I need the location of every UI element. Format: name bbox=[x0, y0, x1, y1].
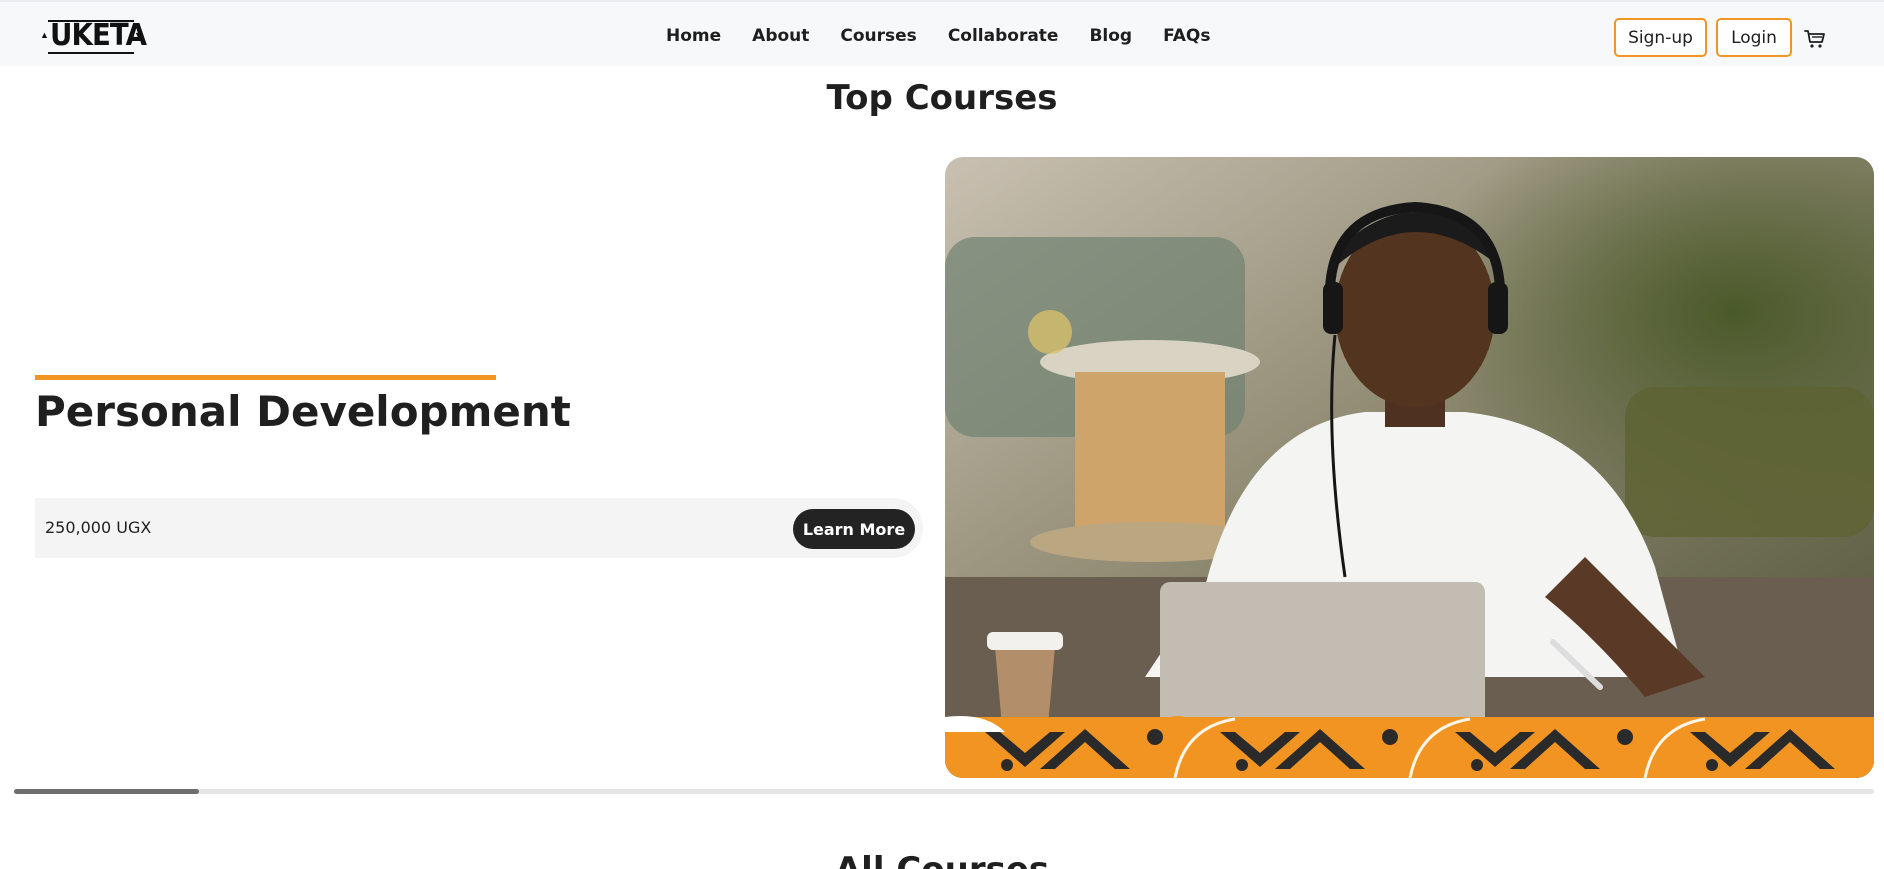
nav-link-blog[interactable]: Blog bbox=[1089, 24, 1132, 48]
course-price-bar: 250,000 UGX Learn More bbox=[35, 498, 923, 558]
nav-link-faqs[interactable]: FAQs bbox=[1163, 24, 1210, 48]
cart-icon[interactable] bbox=[1804, 29, 1826, 49]
logo-triangle-left-icon: ▲ bbox=[40, 30, 49, 40]
logo-bottom-line bbox=[48, 52, 134, 54]
top-courses-heading: Top Courses bbox=[826, 78, 1058, 118]
course-title: Personal Development bbox=[35, 387, 571, 436]
nav-link-collaborate[interactable]: Collaborate bbox=[948, 24, 1059, 48]
all-courses-heading: All Courses bbox=[0, 848, 1884, 869]
nav-link-courses[interactable]: Courses bbox=[840, 24, 916, 48]
slider-scrollbar-thumb[interactable] bbox=[14, 789, 199, 794]
course-price: 250,000 UGX bbox=[45, 518, 152, 537]
signup-button[interactable]: Sign-up bbox=[1614, 18, 1707, 57]
learn-more-button[interactable]: Learn More bbox=[793, 509, 915, 549]
uketa-logo[interactable]: ▲ UKETA ▼ bbox=[40, 16, 147, 56]
main-nav: Home About Courses Collaborate Blog FAQs bbox=[666, 24, 1242, 48]
nav-link-about[interactable]: About bbox=[752, 24, 809, 48]
course-title-accent-bar bbox=[35, 375, 496, 380]
course-hero-image bbox=[945, 157, 1874, 778]
logo-text: UKETA bbox=[50, 18, 147, 53]
login-button[interactable]: Login bbox=[1716, 18, 1792, 57]
top-navigation-bar: ▲ UKETA ▼ Home About Courses Collaborate… bbox=[0, 0, 1884, 66]
logo-triangle-right-icon: ▼ bbox=[134, 30, 143, 40]
nav-link-home[interactable]: Home bbox=[666, 24, 721, 48]
slider-scrollbar-track[interactable] bbox=[14, 789, 1874, 794]
